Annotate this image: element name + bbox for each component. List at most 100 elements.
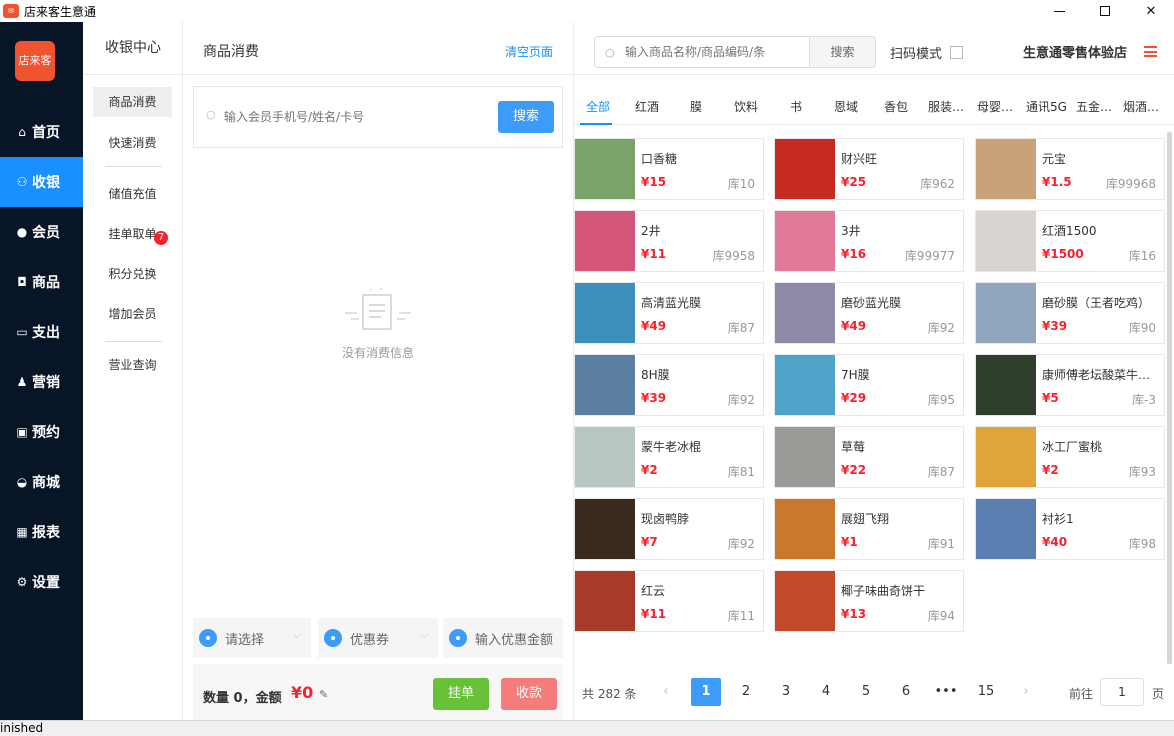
member-search-input[interactable] xyxy=(224,105,494,129)
member-search-button[interactable]: 搜索 xyxy=(498,101,554,133)
category-tab[interactable]: 膜 xyxy=(690,98,702,115)
product-price: ¥7 xyxy=(641,535,658,549)
product-name: 财兴旺 xyxy=(841,152,878,166)
category-tab[interactable]: 香包 xyxy=(884,98,908,115)
checkout-button[interactable]: 收款 xyxy=(501,678,557,710)
product-search-button[interactable]: 搜索 xyxy=(810,36,876,68)
product-card[interactable]: 冰工厂蜜桃 ¥2 库93 xyxy=(975,426,1165,488)
page-button[interactable]: 15 xyxy=(971,678,1001,706)
subnav-divider xyxy=(105,341,162,342)
checkout-footer: 数量 0，金额 ¥0 ✎ 挂单 收款 xyxy=(193,664,563,720)
page-button[interactable]: 5 xyxy=(851,678,881,706)
chevron-down-icon: ⌵ xyxy=(293,630,301,641)
product-name: 现卤鸭脖 xyxy=(641,512,690,526)
category-tab[interactable]: 服装… xyxy=(928,98,964,115)
sidebar-item-7[interactable]: ◒ 商城 xyxy=(0,457,83,507)
page-button[interactable]: 3 xyxy=(771,678,801,706)
product-card[interactable]: 康师傅老坛酸菜牛… ¥5 库-3 xyxy=(975,354,1165,416)
product-card[interactable]: 元宝 ¥1.5 库99968 xyxy=(975,138,1165,200)
users-icon: ♟ xyxy=(16,375,28,389)
category-tab[interactable]: 全部 xyxy=(586,98,610,115)
product-card[interactable]: 3井 ¥16 库99977 xyxy=(774,210,964,272)
sidebar-item-label: 支出 xyxy=(32,325,60,341)
minimize-icon xyxy=(1053,10,1065,12)
staff-select[interactable]: 请选择 ⌵ xyxy=(193,618,311,658)
scrollbar-thumb[interactable] xyxy=(1167,132,1172,664)
subnav-item-add-member[interactable]: 增加会员 xyxy=(93,299,172,329)
subnav-item-recharge[interactable]: 储值充值 xyxy=(93,179,172,209)
clear-page-link[interactable]: 清空页面 xyxy=(505,43,553,60)
product-card[interactable]: 红酒1500 ¥1500 库16 xyxy=(975,210,1165,272)
product-card[interactable]: 财兴旺 ¥25 库962 xyxy=(774,138,964,200)
scan-mode-label: 扫码模式 xyxy=(890,47,943,62)
edit-amount-icon[interactable]: ✎ xyxy=(319,688,328,701)
sidebar-item-9[interactable]: ⚙ 设置 xyxy=(0,557,83,607)
category-tab[interactable]: 通讯5G xyxy=(1026,98,1067,115)
sidebar-item-1[interactable]: ⚇ 收银 xyxy=(0,157,83,207)
product-card[interactable]: 口香糖 ¥15 库10 xyxy=(574,138,764,200)
product-card[interactable]: 高清蓝光膜 ¥49 库87 xyxy=(574,282,764,344)
category-tab[interactable]: 五金… xyxy=(1076,98,1112,115)
scan-mode-checkbox[interactable] xyxy=(950,46,963,59)
product-card[interactable]: 草莓 ¥22 库87 xyxy=(774,426,964,488)
page-button[interactable]: 1 xyxy=(691,678,721,706)
category-tab[interactable]: 红酒 xyxy=(635,98,659,115)
page-button[interactable]: 6 xyxy=(891,678,921,706)
hold-order-button[interactable]: 挂单 xyxy=(433,678,489,710)
subnav-item-points-exchange[interactable]: 积分兑换 xyxy=(93,259,172,289)
product-card[interactable]: 衬衫1 ¥40 库98 xyxy=(975,498,1165,560)
subnav-item-business-query[interactable]: 营业查询 xyxy=(93,350,172,380)
gear-icon: ⚙ xyxy=(16,575,28,589)
product-stock: 库93 xyxy=(1128,465,1156,479)
category-tab[interactable]: 烟酒… xyxy=(1123,98,1159,115)
product-card[interactable]: 现卤鸭脖 ¥7 库92 xyxy=(574,498,764,560)
next-page-icon[interactable]: › xyxy=(1011,678,1041,706)
maximize-button[interactable] xyxy=(1082,0,1128,22)
product-card[interactable]: 磨砂蓝光膜 ¥49 库92 xyxy=(774,282,964,344)
goto-page-input[interactable] xyxy=(1100,678,1144,706)
category-tab[interactable]: 书 xyxy=(790,98,802,115)
product-card[interactable]: 展翅飞翔 ¥1 库91 xyxy=(774,498,964,560)
product-card[interactable]: 椰子味曲奇饼干 ¥13 库94 xyxy=(774,570,964,632)
page-button[interactable]: ••• xyxy=(931,678,961,706)
product-card[interactable]: 红云 ¥11 库11 xyxy=(574,570,764,632)
product-card[interactable]: 磨砂膜（王者吃鸡） ¥39 库90 xyxy=(975,282,1165,344)
product-card[interactable]: 蒙牛老冰棍 ¥2 库81 xyxy=(574,426,764,488)
page-button[interactable]: 2 xyxy=(731,678,761,706)
category-tab[interactable]: 饮料 xyxy=(734,98,758,115)
coupon-dot-icon xyxy=(324,629,342,647)
window-title: 店来客生意通 xyxy=(24,4,97,19)
product-search-input[interactable] xyxy=(625,42,805,62)
close-button[interactable]: ✕ xyxy=(1128,0,1174,22)
quantity-summary: 数量 0，金额 xyxy=(203,691,282,706)
product-thumbnail xyxy=(976,211,1036,271)
product-thumbnail xyxy=(976,499,1036,559)
product-thumbnail xyxy=(575,571,635,631)
product-card[interactable]: 2井 ¥11 库9958 xyxy=(574,210,764,272)
menu-icon[interactable] xyxy=(1144,46,1157,57)
empty-receipt-icon xyxy=(345,288,411,330)
product-card[interactable]: 8H膜 ¥39 库92 xyxy=(574,354,764,416)
pending-orders-badge: 7 xyxy=(154,231,168,245)
category-tab[interactable]: 恩域 xyxy=(834,98,858,115)
page-button[interactable]: 4 xyxy=(811,678,841,706)
discount-amount-input[interactable]: 输入优惠金额 xyxy=(443,618,563,658)
sidebar-item-4[interactable]: ▭ 支出 xyxy=(0,307,83,357)
sidebar-item-2[interactable]: ● 会员 xyxy=(0,207,83,257)
product-card[interactable]: 7H膜 ¥29 库95 xyxy=(774,354,964,416)
product-scrollbar[interactable] xyxy=(1167,132,1172,664)
sidebar-item-6[interactable]: ▣ 预约 xyxy=(0,407,83,457)
coupon-select[interactable]: 优惠券 ⌵ xyxy=(318,618,438,658)
product-thumbnail xyxy=(775,427,835,487)
sidebar-item-5[interactable]: ♟ 营销 xyxy=(0,357,83,407)
sidebar-item-3[interactable]: ◘ 商品 xyxy=(0,257,83,307)
sidebar-item-8[interactable]: ▦ 报表 xyxy=(0,507,83,557)
minimize-button[interactable] xyxy=(1036,0,1082,22)
category-tab[interactable]: 母婴… xyxy=(977,98,1013,115)
sidebar-item-0[interactable]: ⌂ 首页 xyxy=(0,107,83,157)
product-panel: ○ 搜索 扫码模式 生意通零售体验店 全部 红酒 膜 饮料 书 恩域 香包 服装… 母婴… 通讯5… xyxy=(573,22,1174,720)
subnav-item-quick-consume[interactable]: 快速消费 xyxy=(93,128,172,158)
prev-page-icon[interactable]: ‹ xyxy=(651,678,681,706)
subnav-item-goods-consume[interactable]: 商品消费 xyxy=(93,87,172,117)
sidebar-item-label: 报表 xyxy=(32,525,60,541)
